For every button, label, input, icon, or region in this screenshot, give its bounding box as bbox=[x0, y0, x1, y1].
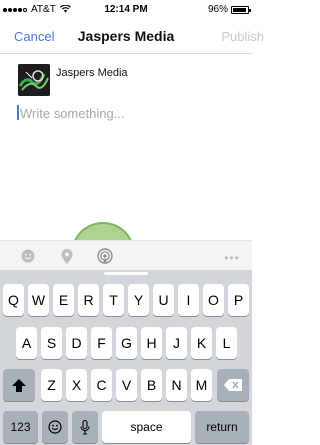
emoji-keyboard-key[interactable] bbox=[42, 411, 68, 443]
key-h[interactable]: H bbox=[141, 327, 162, 359]
key-x[interactable]: X bbox=[66, 369, 87, 401]
shift-key[interactable] bbox=[3, 369, 35, 401]
page-avatar bbox=[18, 64, 50, 96]
page-name: Jaspers Media bbox=[56, 67, 128, 79]
key-w[interactable]: W bbox=[28, 284, 49, 316]
nav-bar: Cancel Jaspers Media Publish bbox=[0, 20, 264, 54]
key-c[interactable]: C bbox=[91, 369, 112, 401]
location-pin-icon[interactable] bbox=[59, 248, 75, 264]
composer-toolbar: ••• bbox=[0, 240, 252, 270]
key-o[interactable]: O bbox=[203, 284, 224, 316]
key-v[interactable]: V bbox=[116, 369, 137, 401]
key-i[interactable]: I bbox=[178, 284, 199, 316]
battery-percent: 96% bbox=[207, 4, 228, 15]
keyboard-handle bbox=[104, 272, 148, 275]
key-q[interactable]: Q bbox=[3, 284, 24, 316]
key-e[interactable]: E bbox=[53, 284, 74, 316]
broadcast-icon[interactable] bbox=[97, 248, 113, 264]
post-text-input[interactable] bbox=[16, 103, 236, 123]
post-composer: Jaspers Media bbox=[0, 55, 252, 240]
key-r[interactable]: R bbox=[78, 284, 99, 316]
key-y[interactable]: Y bbox=[128, 284, 149, 316]
more-icon[interactable]: ••• bbox=[222, 250, 242, 266]
microphone-key[interactable] bbox=[72, 411, 98, 443]
space-key[interactable]: space bbox=[102, 411, 191, 443]
key-z[interactable]: Z bbox=[41, 369, 62, 401]
key-p[interactable]: P bbox=[228, 284, 249, 316]
key-u[interactable]: U bbox=[153, 284, 174, 316]
status-bar: AT&T 12:14 PM 96% bbox=[0, 0, 252, 20]
key-a[interactable]: A bbox=[16, 327, 37, 359]
publish-button[interactable]: Publish bbox=[221, 29, 264, 44]
delete-key[interactable] bbox=[217, 369, 249, 401]
emoji-icon[interactable] bbox=[20, 248, 36, 264]
return-key[interactable]: return bbox=[195, 411, 249, 443]
page-title: Jaspers Media bbox=[77, 28, 175, 44]
key-t[interactable]: T bbox=[103, 284, 124, 316]
keyboard: QWERTYUIOP ASDFGHJKL ZXCVBNM 123 space r… bbox=[0, 270, 252, 445]
key-g[interactable]: G bbox=[116, 327, 137, 359]
numbers-key[interactable]: 123 bbox=[3, 411, 38, 443]
key-b[interactable]: B bbox=[141, 369, 162, 401]
key-d[interactable]: D bbox=[66, 327, 87, 359]
key-n[interactable]: N bbox=[166, 369, 187, 401]
status-right: 96% bbox=[207, 4, 251, 15]
key-k[interactable]: K bbox=[191, 327, 212, 359]
key-l[interactable]: L bbox=[216, 327, 237, 359]
key-s[interactable]: S bbox=[41, 327, 62, 359]
key-m[interactable]: M bbox=[191, 369, 212, 401]
battery-icon bbox=[231, 5, 251, 14]
key-f[interactable]: F bbox=[91, 327, 112, 359]
key-j[interactable]: J bbox=[166, 327, 187, 359]
